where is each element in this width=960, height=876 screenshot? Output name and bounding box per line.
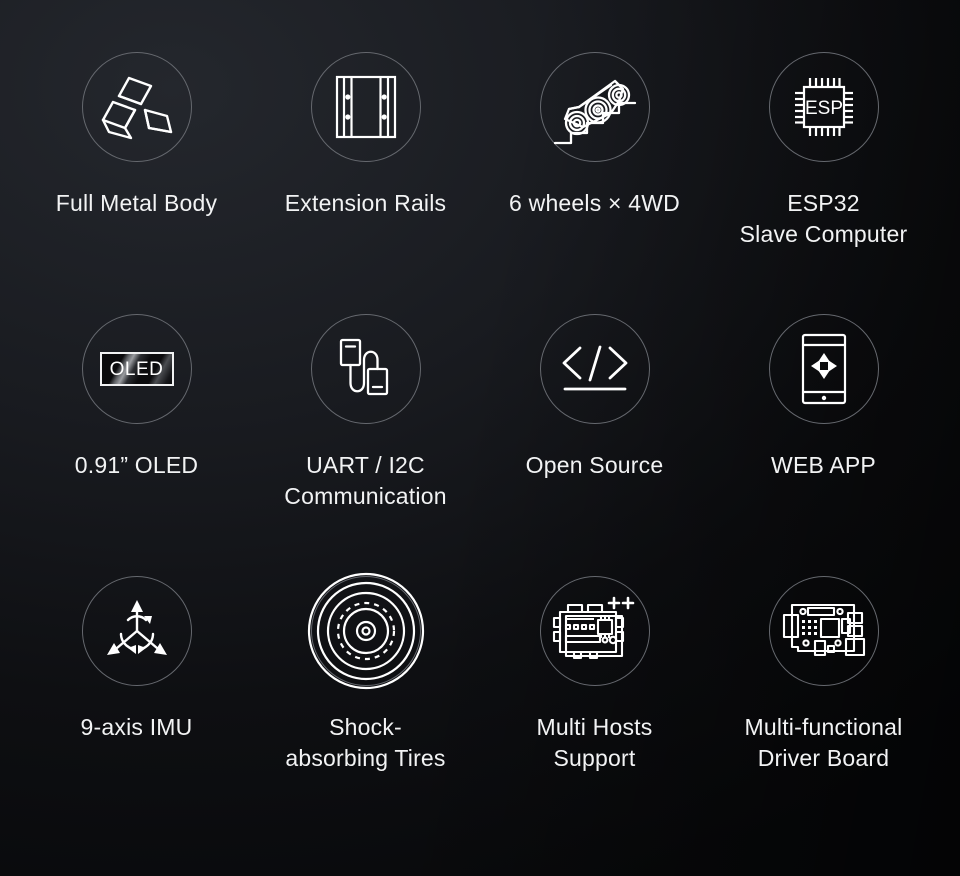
feature-label: 6 wheels × 4WD xyxy=(509,190,680,216)
feature-card-web-app: WEB APP xyxy=(709,314,938,576)
feature-card-full-metal-body: Full Metal Body xyxy=(22,52,251,314)
feature-card-uart-i2c: UART / I2C Communication xyxy=(251,314,480,576)
feature-card-six-wheels-4wd: 6 wheels × 4WD xyxy=(480,52,709,314)
feature-label: UART / I2C Communication xyxy=(284,452,447,509)
feature-card-9-axis-imu: 9-axis IMU xyxy=(22,576,251,838)
feature-label: Open Source xyxy=(525,452,664,478)
feature-label: Full Metal Body xyxy=(55,190,218,216)
code-brackets-icon xyxy=(539,314,650,424)
gold-bars-icon xyxy=(81,52,192,162)
feature-card-oled: OLED 0.91” OLED xyxy=(22,314,251,576)
stacked-boards-icon xyxy=(539,576,650,686)
esp-chip-label: ESP xyxy=(804,98,842,119)
feature-label: ESP32 Slave Computer xyxy=(739,190,908,247)
feature-label: 0.91” OLED xyxy=(74,452,199,478)
extension-rails-icon xyxy=(310,52,421,162)
feature-grid: Full Metal Body Extension Rails 6 wheels… xyxy=(0,0,960,876)
feature-card-esp32: ESP ESP32 Slave Computer xyxy=(709,52,938,314)
feature-label: Shock- absorbing Tires xyxy=(285,714,446,771)
oled-screen-label: OLED xyxy=(109,358,164,380)
feature-label: 9-axis IMU xyxy=(80,714,193,740)
tracked-vehicle-stairs-icon xyxy=(539,52,650,162)
feature-label: Extension Rails xyxy=(284,190,447,216)
three-axis-gyro-icon xyxy=(81,576,192,686)
driver-board-icon xyxy=(768,576,879,686)
feature-label: WEB APP xyxy=(771,452,876,478)
feature-card-driver-board: Multi-functional Driver Board xyxy=(709,576,938,838)
feature-card-multi-hosts-support: Multi Hosts Support xyxy=(480,576,709,838)
feature-card-open-source: Open Source xyxy=(480,314,709,576)
feature-label: Multi-functional Driver Board xyxy=(744,714,903,771)
cable-connector-icon xyxy=(310,314,421,424)
esp-chip-icon: ESP xyxy=(768,52,879,162)
oled-screen-icon: OLED xyxy=(81,314,192,424)
tire-wheel-icon xyxy=(307,572,424,690)
feature-label: Multi Hosts Support xyxy=(536,714,653,771)
feature-card-shock-absorbing-tires: Shock- absorbing Tires xyxy=(251,572,480,838)
feature-card-extension-rails: Extension Rails xyxy=(251,52,480,314)
oled-plate: OLED xyxy=(99,352,174,386)
phone-dpad-icon xyxy=(768,314,879,424)
feature-grid-page: Full Metal Body Extension Rails 6 wheels… xyxy=(0,0,960,876)
